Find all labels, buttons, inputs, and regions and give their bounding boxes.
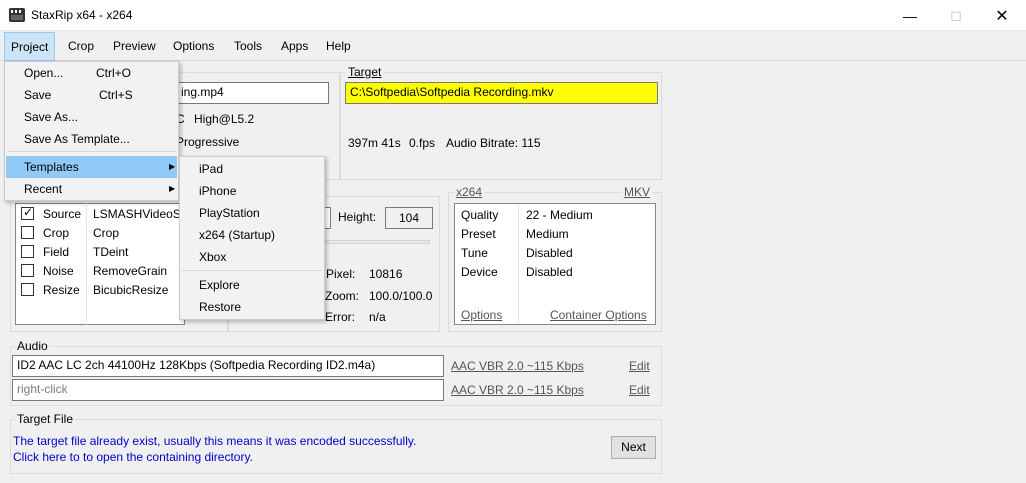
template-xbox[interactable]: Xbox [180,246,324,268]
audio-track2-edit-link[interactable]: Edit [629,383,650,397]
encoder-name-link[interactable]: x264 [454,185,485,199]
next-button[interactable]: Next [611,436,656,459]
target-audio-bitrate: Audio Bitrate: 115 [446,136,541,150]
filter-noise-value: RemoveGrain [93,264,168,278]
menu-save-as-template-label: Save As Template... [24,132,130,146]
filter-field-name: Field [43,245,70,259]
templates-submenu-arrow-icon: ▶ [169,162,176,171]
menu-save-as-label: Save As... [24,110,79,124]
encoder-preset-key: Preset [461,227,496,241]
menu-save-as-template[interactable]: Save As Template... [5,128,178,150]
encoder-device-key: Device [461,265,498,279]
menu-help[interactable]: Help [320,32,357,61]
menu-open-shortcut: Ctrl+O [96,66,132,80]
source-profile: High@L5.2 [194,112,255,126]
menu-templates-label: Templates [24,160,79,174]
target-title[interactable]: Target [346,65,384,79]
templates-explore[interactable]: Explore [180,274,324,296]
target-file-title: Target File [15,412,76,426]
recent-submenu-arrow-icon: ▶ [169,184,176,193]
error-label: Error: [325,310,355,324]
menu-tools[interactable]: Tools [228,32,268,61]
zoom-value: 100.0/100.0 [369,289,433,303]
filter-field-value: TDeint [93,245,129,259]
filter-crop-name: Crop [43,226,70,240]
menu-open-label: Open... [24,66,64,80]
source-file-field[interactable]: ing.mp4 [176,82,329,104]
error-value: n/a [369,310,386,324]
close-icon[interactable]: ✕ [979,0,1025,31]
templates-separator [182,270,322,271]
filter-source-checkbox[interactable] [21,205,34,220]
menu-apps[interactable]: Apps [275,32,314,61]
window-title: StaxRip x64 - x264 [31,8,133,22]
filter-resize-name: Resize [43,283,80,297]
open-directory-link[interactable]: Click here to to open the containing dir… [13,450,253,464]
audio-track1-profile-link[interactable]: AAC VBR 2.0 ~115 Kbps [451,359,584,373]
source-scan-type: Progressive [176,135,240,149]
filter-noise-name: Noise [43,264,74,278]
maximize-icon[interactable]: ◻ [933,0,979,31]
target-duration: 397m 41s [348,136,401,150]
audio-title: Audio [15,339,50,353]
filters-column-divider [86,203,87,325]
menu-save-as[interactable]: Save As... [5,106,178,128]
target-file-message[interactable]: The target file already exist, usually t… [13,434,416,448]
template-x264-startup[interactable]: x264 (Startup) [180,224,324,246]
menu-save-shortcut: Ctrl+S [99,88,133,102]
encoder-tune-value: Disabled [526,246,573,260]
audio-track2-profile-link[interactable]: AAC VBR 2.0 ~115 Kbps [451,383,584,397]
encoder-device-value: Disabled [526,265,573,279]
encoder-preset-value: Medium [526,227,569,241]
zoom-label: Zoom: [325,289,360,303]
menu-recent-label: Recent [24,182,63,196]
encoder-quality-value: 22 - Medium [526,208,593,222]
menu-options[interactable]: Options [167,32,220,61]
filter-source-name: Source [43,207,82,221]
menu-save-label: Save [24,88,52,102]
encoder-column-divider [518,204,519,324]
height-field[interactable]: 104 [385,207,433,229]
pixel-label: Pixel: [326,267,356,281]
filter-crop-value: Crop [93,226,120,240]
menu-project[interactable]: Project [4,32,56,61]
filter-field-checkbox[interactable] [21,245,34,258]
filter-noise-checkbox[interactable] [21,264,34,277]
audio-track1-edit-link[interactable]: Edit [629,359,650,373]
filter-resize-checkbox[interactable] [21,283,34,296]
menu-recent[interactable]: Recent [5,178,178,200]
resize-slider[interactable] [325,240,430,244]
height-label: Height: [338,210,377,224]
menu-templates[interactable]: Templates [6,156,177,178]
filter-resize-value: BicubicResize [93,283,169,297]
container-name-link[interactable]: MKV [622,185,653,199]
pixel-value: 10816 [369,267,403,281]
menu-preview[interactable]: Preview [107,32,162,61]
filter-source-value: LSMASHVideoSo [93,207,185,221]
title-bar [0,0,1026,31]
encoder-tune-key: Tune [461,246,488,260]
audio-track2-field[interactable]: right-click [12,379,444,401]
menu-open[interactable]: Open... [5,62,178,84]
templates-restore[interactable]: Restore [180,296,324,318]
minimize-icon[interactable]: — [887,0,933,31]
audio-track1-field[interactable]: ID2 AAC LC 2ch 44100Hz 128Kbps (Softpedi… [12,355,444,377]
menu-separator [7,151,176,152]
menu-save[interactable]: Save [5,84,178,106]
template-playstation[interactable]: PlayStation [180,202,324,224]
container-options-link[interactable]: Container Options [550,308,647,322]
template-iphone[interactable]: iPhone [180,180,324,202]
target-file-field[interactable]: C:\Softpedia\Softpedia Recording.mkv [345,82,658,104]
encoder-quality-key: Quality [461,208,499,222]
encoder-options-link[interactable]: Options [461,308,502,322]
target-fps: 0.fps [409,136,436,150]
template-ipad[interactable]: iPad [180,158,324,180]
clapperboard-icon [9,8,25,22]
menu-crop[interactable]: Crop [62,32,100,61]
filter-crop-checkbox[interactable] [21,226,34,239]
